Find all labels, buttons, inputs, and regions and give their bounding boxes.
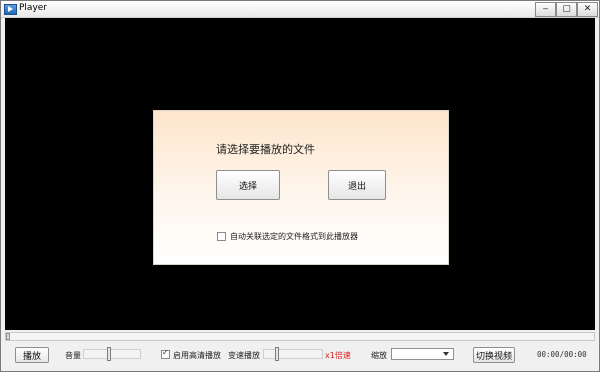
player-window: Player ‒ ▢ ✕ 请选择要播放的文件 选择 退出 自动关联选定的文件格式… [0,0,600,372]
switch-video-button[interactable]: 切换视频 [473,347,515,363]
chevron-down-icon [443,352,449,356]
associate-format-label: 自动关联选定的文件格式到此播放器 [230,232,358,241]
maximize-button[interactable]: ▢ [556,2,577,17]
title-bar[interactable]: Player ‒ ▢ ✕ [1,1,599,18]
window-title: Player [19,3,48,13]
close-button[interactable]: ✕ [577,2,598,17]
speed-thumb[interactable] [275,347,279,361]
volume-slider[interactable] [83,347,141,361]
scale-select[interactable] [391,348,454,360]
switch-video-button-label: 切换视频 [475,351,512,362]
scale-label: 缩放 [371,351,387,360]
play-button-label: 播放 [22,351,41,362]
video-area[interactable]: 请选择要播放的文件 选择 退出 自动关联选定的文件格式到此播放器 [5,18,595,330]
play-button[interactable]: 播放 [15,347,49,363]
speed-label: 变速播放 [228,351,260,360]
select-file-button[interactable]: 选择 [216,170,280,200]
time-display: 00:00/00:00 [537,350,587,359]
speed-slider[interactable] [263,347,323,361]
hd-playback-checkbox[interactable] [161,348,170,359]
dialog-prompt: 请选择要播放的文件 [216,143,315,156]
control-bar: 播放 音量 启用高清播放 变速播放 x1倍速 缩放 切换视频 00:00/00:… [1,343,599,369]
seek-thumb[interactable] [6,333,10,340]
select-file-button-label: 选择 [238,181,257,192]
speed-value: x1倍速 [325,351,351,360]
seek-bar[interactable] [5,332,595,341]
hd-playback-label: 启用高清播放 [173,351,221,360]
open-file-dialog: 请选择要播放的文件 选择 退出 自动关联选定的文件格式到此播放器 [153,110,449,265]
associate-format-checkbox[interactable] [217,232,226,241]
minimize-button[interactable]: ‒ [535,2,556,17]
exit-button[interactable]: 退出 [328,170,386,200]
player-app-icon [4,4,17,15]
exit-button-label: 退出 [347,181,366,192]
volume-label: 音量 [65,351,81,360]
volume-thumb[interactable] [107,347,111,361]
